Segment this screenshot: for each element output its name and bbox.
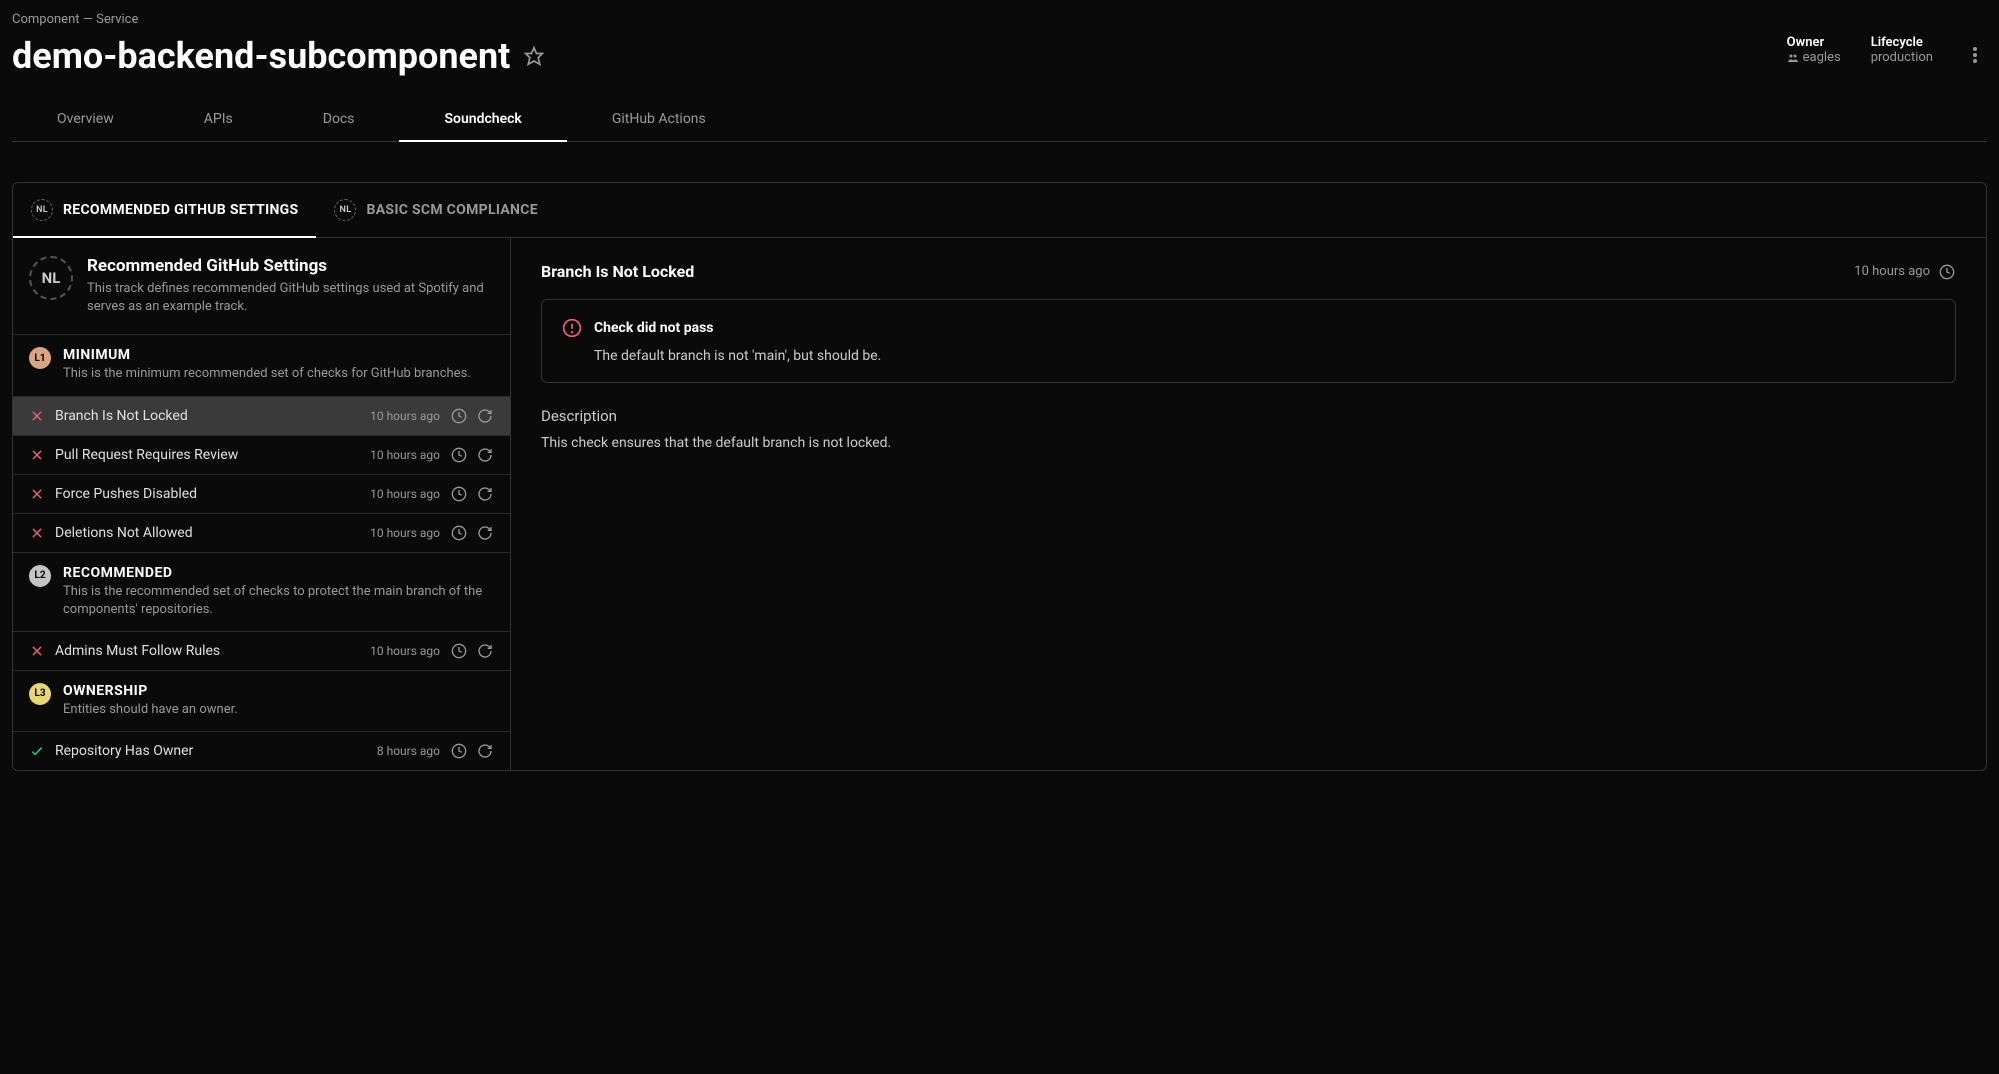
track-tabs: NL RECOMMENDED GITHUB SETTINGS NL BASIC SCM… bbox=[13, 183, 1986, 238]
tab-apis[interactable]: APIs bbox=[159, 97, 278, 141]
clock-icon[interactable] bbox=[450, 524, 468, 542]
description-label: Description bbox=[541, 407, 1956, 425]
lifecycle-label: Lifecycle bbox=[1871, 35, 1933, 50]
refresh-icon[interactable] bbox=[476, 642, 494, 660]
tab-github-actions[interactable]: GitHub Actions bbox=[567, 97, 751, 141]
check-timestamp: 8 hours ago bbox=[377, 744, 440, 758]
detail-timestamp: 10 hours ago bbox=[1854, 263, 1956, 281]
clock-icon[interactable] bbox=[450, 742, 468, 760]
level-title: MINIMUM bbox=[63, 347, 494, 363]
check-name: Branch Is Not Locked bbox=[55, 408, 360, 424]
level-header-minimum: L1 MINIMUM This is the minimum recommend… bbox=[13, 334, 510, 395]
refresh-icon[interactable] bbox=[476, 407, 494, 425]
more-menu-button[interactable] bbox=[1963, 35, 1987, 75]
check-name: Repository Has Owner bbox=[55, 743, 367, 759]
clock-icon[interactable] bbox=[450, 446, 468, 464]
alert-error-icon bbox=[562, 318, 582, 338]
alert-title: Check did not pass bbox=[594, 320, 713, 336]
main-tabs: OverviewAPIsDocsSoundcheckGitHub Actions bbox=[12, 97, 1987, 142]
check-row[interactable]: Pull Request Requires Review 10 hours ag… bbox=[13, 435, 510, 474]
check-result-alert: Check did not pass The default branch is… bbox=[541, 299, 1956, 383]
tab-docs[interactable]: Docs bbox=[278, 97, 400, 141]
level-description: This is the minimum recommended set of c… bbox=[63, 365, 494, 383]
page-title: demo-backend-subcomponent bbox=[12, 35, 510, 77]
check-name: Admins Must Follow Rules bbox=[55, 643, 360, 659]
check-timestamp: 10 hours ago bbox=[370, 409, 440, 423]
detail-title: Branch Is Not Locked bbox=[541, 262, 694, 281]
level-badge: L3 bbox=[29, 683, 51, 705]
check-row[interactable]: Branch Is Not Locked 10 hours ago bbox=[13, 396, 510, 435]
clock-icon[interactable] bbox=[450, 642, 468, 660]
clock-icon bbox=[1938, 263, 1956, 281]
track-title: Recommended GitHub Settings bbox=[87, 256, 494, 276]
level-description: Entities should have an owner. bbox=[63, 701, 494, 719]
owner-label: Owner bbox=[1787, 35, 1841, 50]
check-timestamp: 10 hours ago bbox=[370, 487, 440, 501]
check-fail-icon bbox=[29, 643, 45, 659]
track-badge-icon: NL bbox=[334, 199, 356, 221]
check-fail-icon bbox=[29, 408, 45, 424]
clock-icon[interactable] bbox=[450, 407, 468, 425]
check-timestamp: 10 hours ago bbox=[370, 644, 440, 658]
level-header-ownership: L3 OWNERSHIP Entities should have an own… bbox=[13, 670, 510, 731]
check-timestamp: 10 hours ago bbox=[370, 526, 440, 540]
check-name: Deletions Not Allowed bbox=[55, 525, 360, 541]
check-fail-icon bbox=[29, 486, 45, 502]
check-pass-icon bbox=[29, 743, 45, 759]
refresh-icon[interactable] bbox=[476, 485, 494, 503]
check-name: Pull Request Requires Review bbox=[55, 447, 360, 463]
level-description: This is the recommended set of checks to… bbox=[63, 583, 494, 619]
track-tab-1[interactable]: NL BASIC SCM COMPLIANCE bbox=[316, 183, 555, 237]
check-fail-icon bbox=[29, 525, 45, 541]
breadcrumb: Component — Service bbox=[12, 12, 1987, 27]
check-name: Force Pushes Disabled bbox=[55, 486, 360, 502]
clock-icon[interactable] bbox=[450, 485, 468, 503]
track-badge-icon: NL bbox=[31, 199, 53, 221]
level-badge: L2 bbox=[29, 565, 51, 587]
check-row[interactable]: Admins Must Follow Rules 10 hours ago bbox=[13, 631, 510, 670]
refresh-icon[interactable] bbox=[476, 524, 494, 542]
tab-overview[interactable]: Overview bbox=[12, 97, 159, 141]
track-header-badge: NL bbox=[29, 256, 73, 300]
track-tab-label: RECOMMENDED GITHUB SETTINGS bbox=[63, 202, 298, 218]
lifecycle-value: production bbox=[1871, 50, 1933, 65]
level-title: RECOMMENDED bbox=[63, 565, 494, 581]
check-row[interactable]: Force Pushes Disabled 10 hours ago bbox=[13, 474, 510, 513]
star-icon[interactable] bbox=[522, 44, 546, 68]
track-tab-0[interactable]: NL RECOMMENDED GITHUB SETTINGS bbox=[13, 183, 316, 237]
tab-soundcheck[interactable]: Soundcheck bbox=[399, 97, 566, 141]
owner-value[interactable]: eagles bbox=[1787, 50, 1841, 65]
check-row[interactable]: Repository Has Owner 8 hours ago bbox=[13, 731, 510, 770]
level-header-recommended: L2 RECOMMENDED This is the recommended s… bbox=[13, 552, 510, 631]
refresh-icon[interactable] bbox=[476, 742, 494, 760]
check-timestamp: 10 hours ago bbox=[370, 448, 440, 462]
check-row[interactable]: Deletions Not Allowed 10 hours ago bbox=[13, 513, 510, 552]
refresh-icon[interactable] bbox=[476, 446, 494, 464]
level-badge: L1 bbox=[29, 347, 51, 369]
description-text: This check ensures that the default bran… bbox=[541, 435, 1956, 451]
track-tab-label: BASIC SCM COMPLIANCE bbox=[366, 202, 537, 218]
track-description: This track defines recommended GitHub se… bbox=[87, 280, 494, 316]
alert-message: The default branch is not 'main', but sh… bbox=[562, 348, 1935, 364]
level-title: OWNERSHIP bbox=[63, 683, 494, 699]
check-fail-icon bbox=[29, 447, 45, 463]
